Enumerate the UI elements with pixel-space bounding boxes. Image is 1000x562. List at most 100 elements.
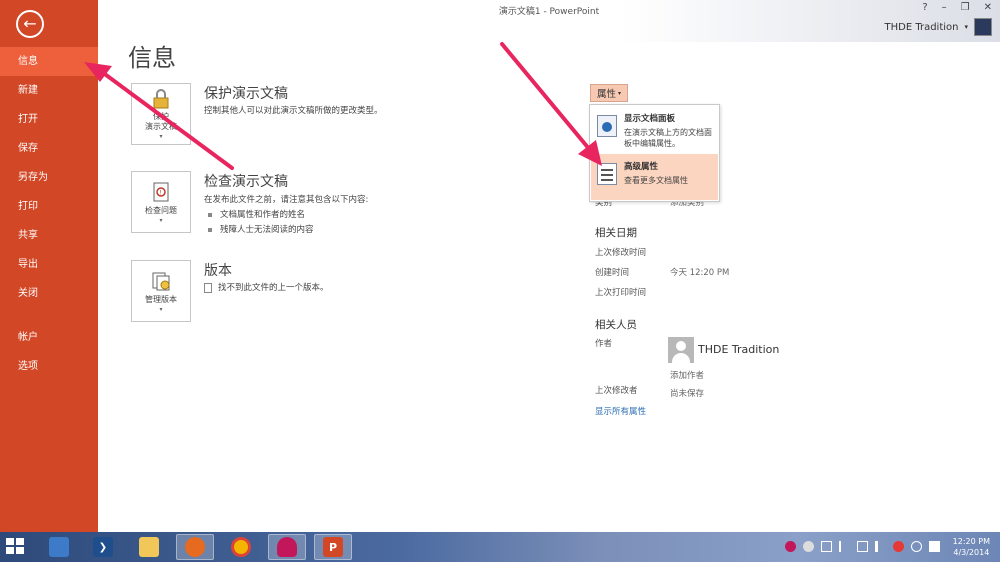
protect-button-label: 保护 演示文稿 <box>145 112 177 131</box>
clock-date: 4/3/2014 <box>953 548 990 557</box>
window-controls: ? – ❐ ✕ <box>922 2 992 13</box>
speaker-icon[interactable] <box>875 541 886 552</box>
protect-description: 控制其他人可以对此演示文稿所做的更改类型。 <box>204 106 383 116</box>
close-window-button[interactable]: ✕ <box>984 2 992 13</box>
properties-button-label: 属性 <box>596 89 616 100</box>
nav-item-info[interactable]: 信息 <box>0 47 98 76</box>
taskbar-heart-app[interactable] <box>268 534 306 560</box>
last-modified-by-label: 上次修改者 <box>595 386 638 396</box>
chevron-down-icon: ▾ <box>964 23 968 31</box>
taskbar-powerpoint[interactable]: P <box>314 534 352 560</box>
server-manager-icon <box>49 537 69 557</box>
author-avatar <box>668 337 694 363</box>
tray-status-icon[interactable] <box>911 541 922 552</box>
svg-text:!: ! <box>160 189 162 196</box>
last-modified-by-value: 尚未保存 <box>670 389 705 399</box>
inspect-title: 检查演示文稿 <box>204 174 288 190</box>
inspect-button-label: 检查问题 <box>145 205 177 215</box>
tray-monitor-icon[interactable] <box>857 541 868 552</box>
flag-icon[interactable] <box>839 541 850 552</box>
tray-network-icon[interactable] <box>803 541 814 552</box>
system-tray <box>785 541 940 552</box>
menu-item-title: 显示文档面板 <box>624 114 676 124</box>
page-title: 信息 <box>128 44 176 72</box>
taskbar-powershell[interactable]: ❯ <box>84 534 122 560</box>
tray-power-icon[interactable] <box>821 541 832 552</box>
inspect-document-icon: ! <box>153 182 169 201</box>
tray-error-icon[interactable] <box>893 541 904 552</box>
nav-item-export[interactable]: 导出 <box>0 250 98 279</box>
check-for-issues-button[interactable]: ! 检查问题 ▾ <box>131 171 191 233</box>
user-avatar <box>974 18 992 36</box>
window-title: 演示文稿1 - PowerPoint <box>498 7 600 17</box>
chevron-down-icon: ▾ <box>159 216 163 224</box>
versions-title: 版本 <box>204 263 232 279</box>
arrow-left-icon: ← <box>23 14 37 33</box>
taskbar-server-manager[interactable] <box>40 534 78 560</box>
taskbar-chrome[interactable] <box>222 534 260 560</box>
tray-q-icon[interactable] <box>929 541 940 552</box>
menu-item-desc: 查看更多文档属性 <box>624 176 688 185</box>
versions-description-row: 找不到此文件的上一个版本。 <box>204 281 329 293</box>
last-modified-label: 上次修改时间 <box>595 248 647 258</box>
file-explorer-icon <box>139 537 159 557</box>
nav-item-options[interactable]: 选项 <box>0 352 98 381</box>
restore-button[interactable]: ❐ <box>961 2 970 13</box>
user-name: THDE Tradition <box>884 21 959 33</box>
taskbar-clock[interactable]: 12:20 PM 4/3/2014 <box>953 536 990 558</box>
nav-item-share[interactable]: 共享 <box>0 221 98 250</box>
clock-time: 12:20 PM <box>952 537 990 546</box>
nav-separator <box>0 308 98 323</box>
powerpoint-icon: P <box>323 537 343 557</box>
menu-item-show-document-panel[interactable]: 显示文档面板 在演示文稿上方的文档面板中编辑属性。 <box>591 106 718 152</box>
heart-app-icon <box>277 537 297 557</box>
nav-item-new[interactable]: 新建 <box>0 76 98 105</box>
powershell-icon: ❯ <box>93 537 113 557</box>
menu-item-desc: 在演示文稿上方的文档面板中编辑属性。 <box>624 128 712 148</box>
nav-item-account[interactable]: 帐户 <box>0 323 98 352</box>
add-author-link[interactable]: 添加作者 <box>670 369 704 381</box>
nav-item-save[interactable]: 保存 <box>0 134 98 163</box>
windows-taskbar: ❯ P 12:20 PM 4/3/2014 <box>0 532 1000 562</box>
protect-presentation-button[interactable]: 保护 演示文稿 ▾ <box>131 83 191 145</box>
nav-item-save-as[interactable]: 另存为 <box>0 163 98 192</box>
menu-item-title: 高级属性 <box>624 162 659 172</box>
versions-button-label: 管理版本 <box>145 294 177 304</box>
show-all-properties-link[interactable]: 显示所有属性 <box>595 405 646 417</box>
backstage-nav: 信息 新建 打开 保存 另存为 打印 共享 导出 关闭 帐户 选项 <box>0 47 98 381</box>
related-dates-heading: 相关日期 <box>595 227 637 239</box>
start-button[interactable] <box>6 538 26 556</box>
author-label: 作者 <box>595 339 613 349</box>
nav-item-print[interactable]: 打印 <box>0 192 98 221</box>
nav-item-open[interactable]: 打开 <box>0 105 98 134</box>
inspect-bullet: 文档属性和作者的姓名 <box>208 208 305 220</box>
versions-icon <box>152 272 170 290</box>
protect-title: 保护演示文稿 <box>204 86 288 102</box>
properties-menu: 显示文档面板 在演示文稿上方的文档面板中编辑属性。 高级属性 查看更多文档属性 <box>589 104 720 202</box>
taskbar-file-explorer[interactable] <box>130 534 168 560</box>
manage-versions-button[interactable]: 管理版本 ▾ <box>131 260 191 322</box>
inspect-description: 在发布此文件之前，请注意其包含以下内容: <box>204 195 369 205</box>
back-button[interactable]: ← <box>16 10 44 38</box>
properties-dropdown-button[interactable]: 属性 ▾ <box>590 84 628 102</box>
taskbar-firefox[interactable] <box>176 534 214 560</box>
menu-item-advanced-properties[interactable]: 高级属性 查看更多文档属性 <box>591 154 718 200</box>
author-name[interactable]: THDE Tradition <box>698 343 779 356</box>
backstage-sidebar: ← 信息 新建 打开 保存 另存为 打印 共享 导出 关闭 帐户 选项 <box>0 0 98 532</box>
firefox-icon <box>185 537 205 557</box>
help-button[interactable]: ? <box>922 2 927 13</box>
tray-app-icon[interactable] <box>785 541 796 552</box>
account-menu[interactable]: THDE Tradition ▾ <box>884 18 992 36</box>
related-people-heading: 相关人员 <box>595 319 637 331</box>
chevron-down-icon: ▾ <box>159 133 163 140</box>
created-label: 创建时间 <box>595 268 630 278</box>
last-printed-label: 上次打印时间 <box>595 288 647 298</box>
created-value: 今天 12:20 PM <box>670 268 730 278</box>
nav-item-close[interactable]: 关闭 <box>0 279 98 308</box>
lock-icon <box>153 89 169 109</box>
inspect-bullet: 残障人士无法阅读的内容 <box>208 223 314 235</box>
minimize-button[interactable]: – <box>942 2 947 13</box>
versions-description: 找不到此文件的上一个版本。 <box>218 283 329 293</box>
arrow-to-advanced-properties-icon <box>500 42 602 166</box>
document-panel-icon <box>597 115 617 137</box>
